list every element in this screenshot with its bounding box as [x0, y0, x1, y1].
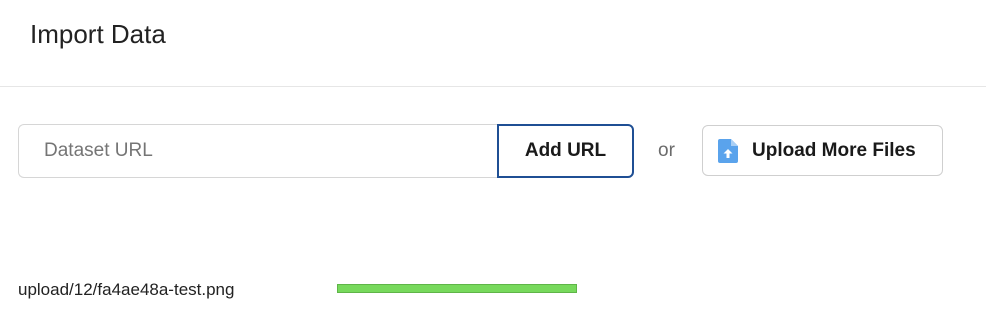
or-separator: or: [658, 140, 675, 161]
page-title: Import Data: [30, 19, 166, 49]
upload-button-label: Upload More Files: [752, 140, 916, 161]
upload-progress-fill: [338, 285, 576, 292]
upload-progress-bar: [337, 284, 577, 293]
dataset-url-input[interactable]: [18, 124, 499, 178]
file-upload-icon: [718, 139, 738, 163]
add-url-button[interactable]: Add URL: [497, 124, 634, 178]
uploaded-file-path: upload/12/fa4ae48a-test.png: [18, 280, 235, 299]
upload-more-files-button[interactable]: Upload More Files: [702, 125, 943, 176]
header: Import Data: [0, 0, 986, 87]
